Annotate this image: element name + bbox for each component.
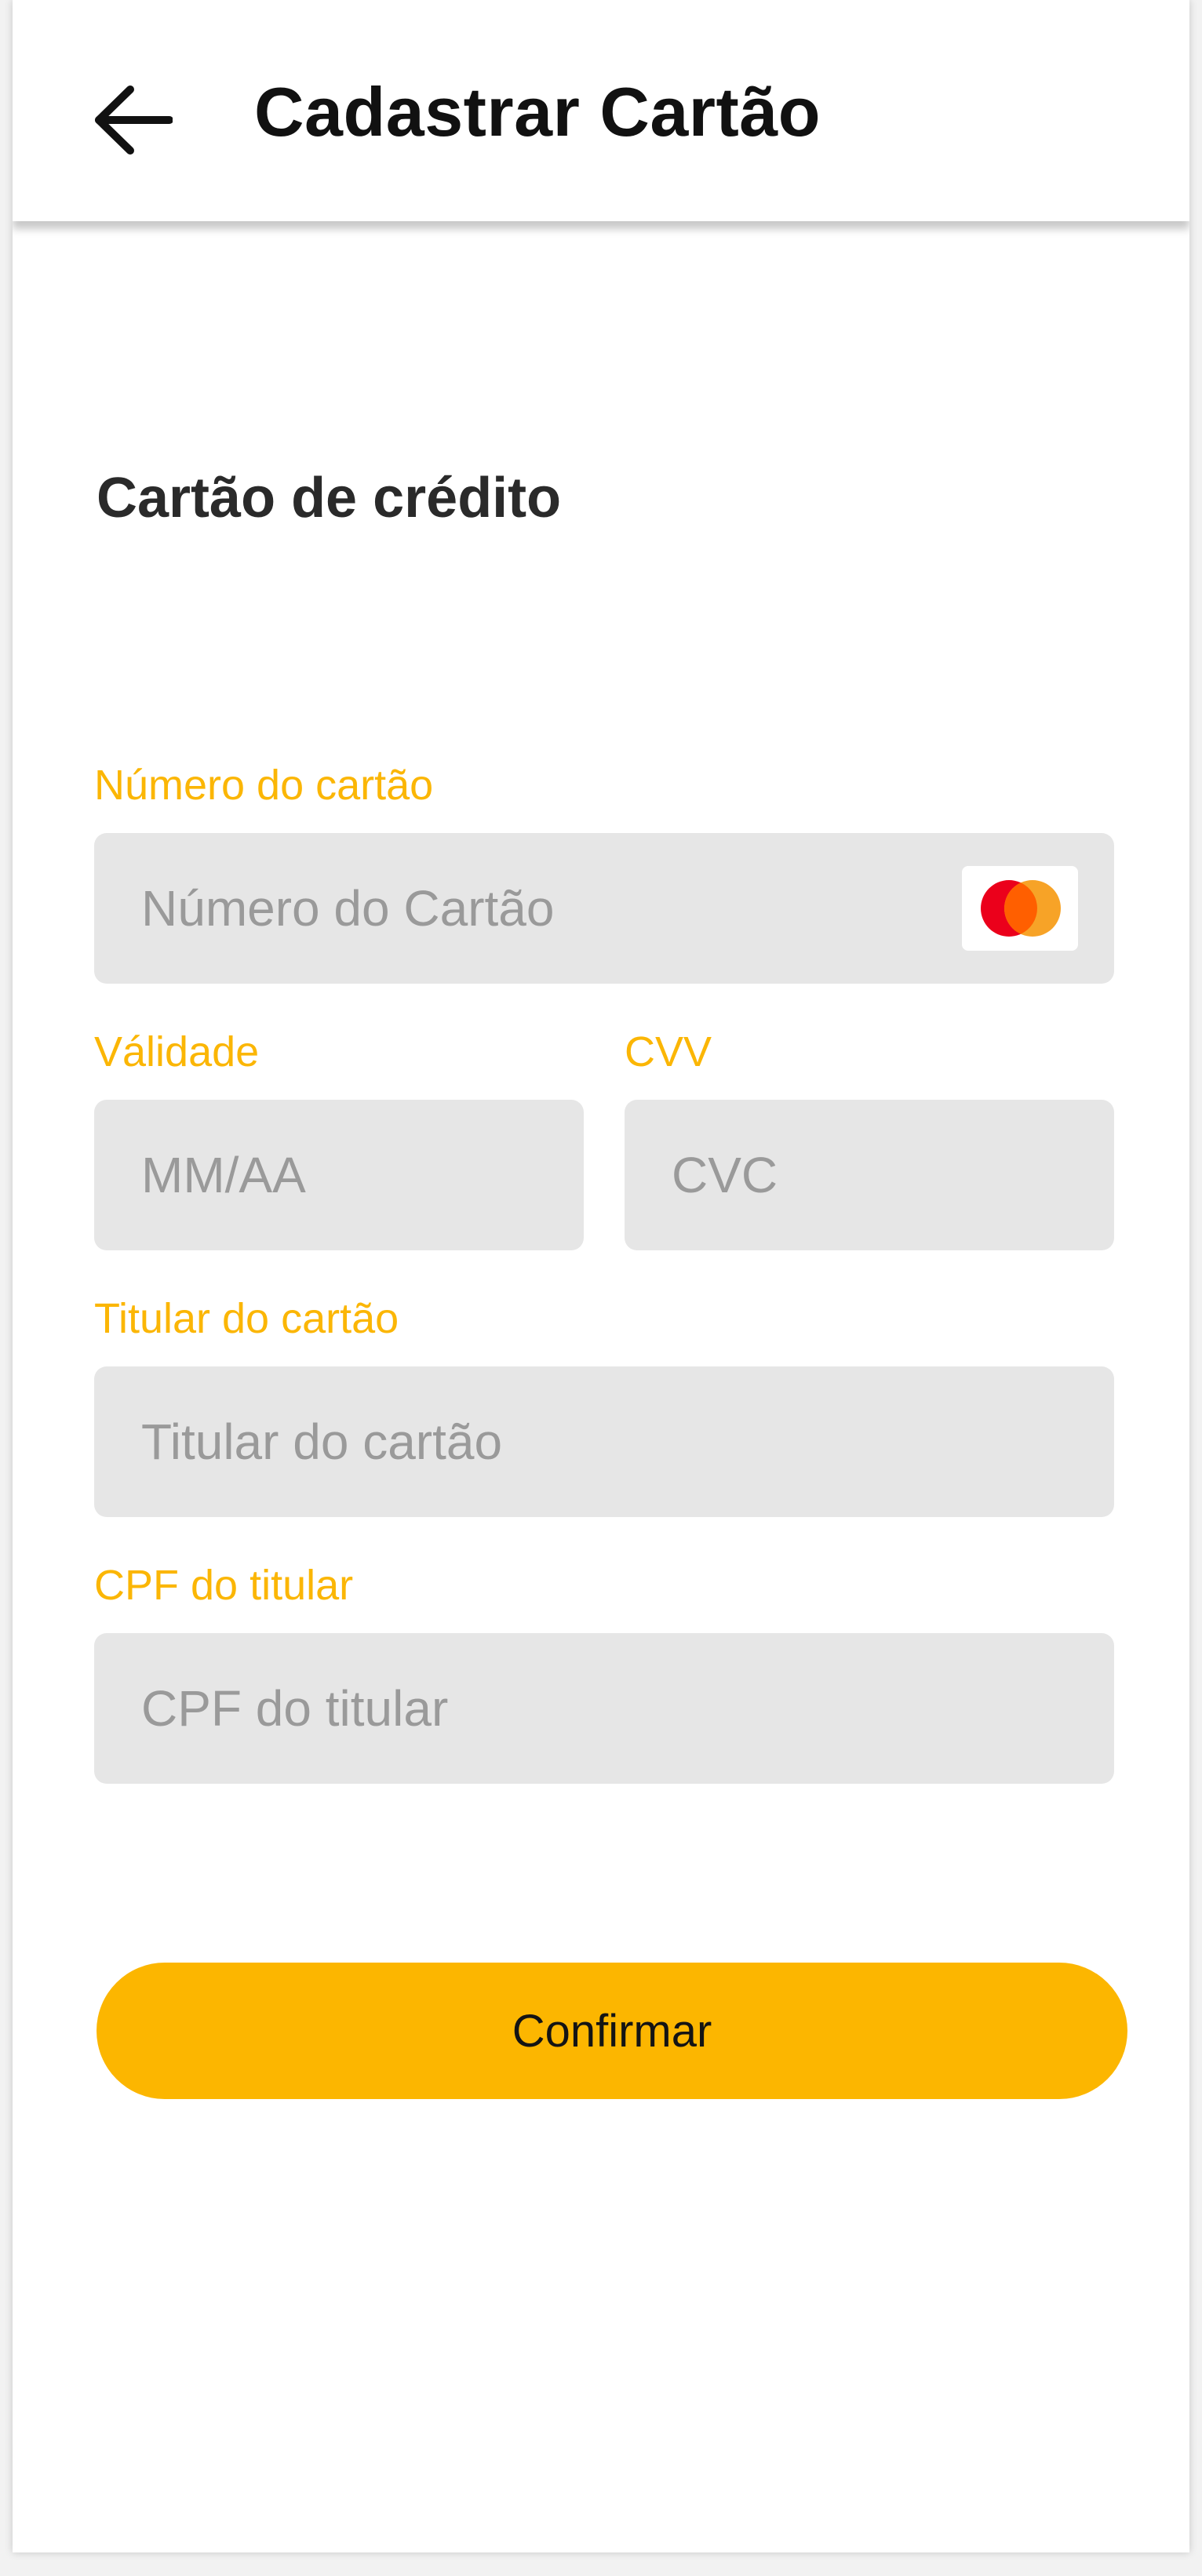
- expiry-label: Válidade: [94, 1028, 260, 1075]
- screen: Cadastrar Cartão Cartão de crédito Númer…: [13, 0, 1189, 2552]
- app-bar: Cadastrar Cartão: [13, 0, 1189, 221]
- card-number-label: Número do cartão: [94, 762, 434, 809]
- holder-field[interactable]: [94, 1366, 1114, 1517]
- page-title: Cadastrar Cartão: [254, 73, 821, 151]
- cvv-input[interactable]: [672, 1100, 1067, 1250]
- expiry-field[interactable]: [94, 1100, 584, 1250]
- card-number-field[interactable]: [94, 833, 1114, 984]
- cpf-label: CPF do titular: [94, 1562, 354, 1609]
- arrow-left-icon: [95, 86, 173, 155]
- card-brand-badge: [962, 866, 1078, 951]
- cpf-field[interactable]: [94, 1633, 1114, 1784]
- holder-input[interactable]: [141, 1366, 1067, 1517]
- expiry-input[interactable]: [141, 1100, 537, 1250]
- card-number-input[interactable]: [141, 833, 926, 984]
- confirm-button[interactable]: Confirmar: [97, 1963, 1127, 2099]
- cvv-label: CVV: [625, 1028, 712, 1075]
- holder-label: Titular do cartão: [94, 1295, 399, 1342]
- section-title: Cartão de crédito: [97, 467, 562, 529]
- mastercard-icon: [981, 880, 1061, 937]
- back-button[interactable]: [77, 69, 187, 171]
- cpf-input[interactable]: [141, 1633, 1067, 1784]
- cvv-field[interactable]: [625, 1100, 1114, 1250]
